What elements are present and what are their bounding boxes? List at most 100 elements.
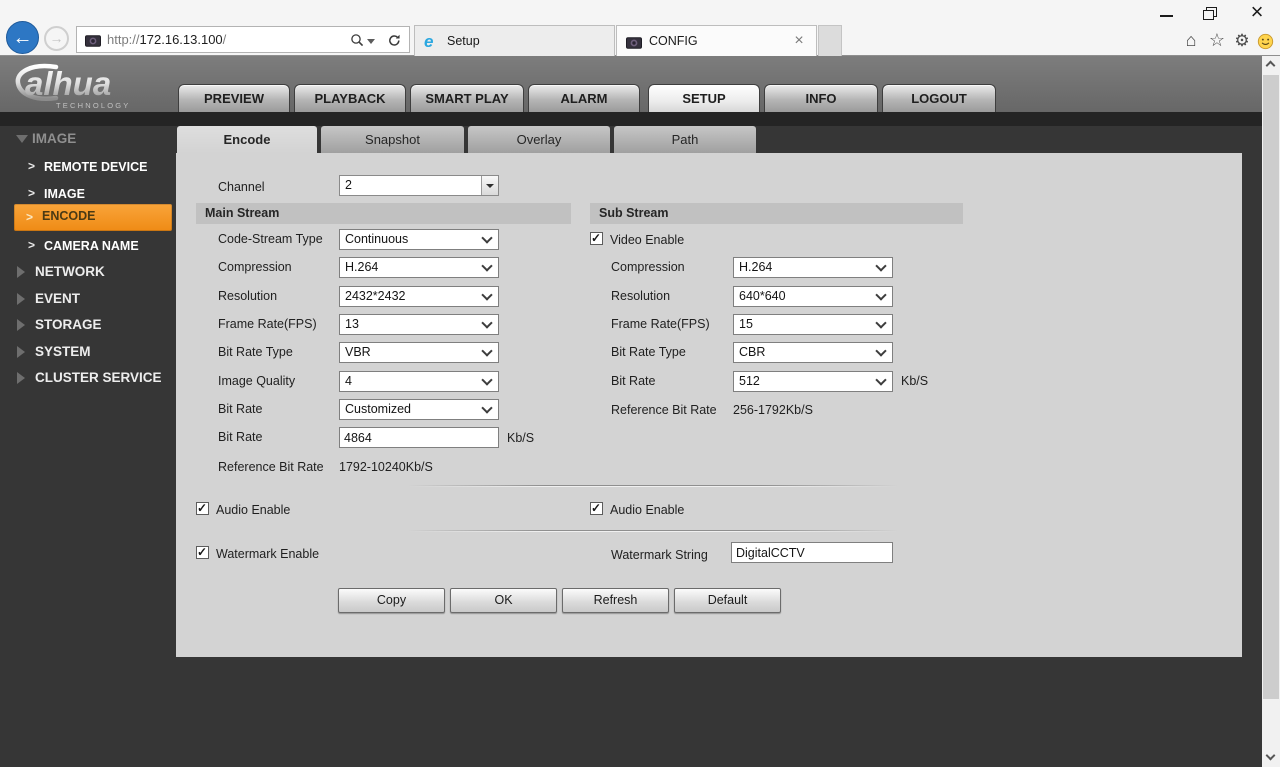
encode-settings-panel: Channel 2 Main Stream Sub Stream Code-St…	[176, 153, 1242, 657]
subtab-overlay[interactable]: Overlay	[468, 126, 610, 153]
sidebar-item-remote-device[interactable]: REMOTE DEVICE	[44, 158, 148, 176]
main-bit-rate-type-select[interactable]: VBR	[339, 342, 499, 363]
sidebar-group-image[interactable]: IMAGE	[32, 130, 76, 148]
chevron-right-icon	[28, 158, 35, 176]
favorites-star-icon[interactable]	[1206, 31, 1228, 51]
sidebar-item-camera-name[interactable]: CAMERA NAME	[44, 237, 139, 255]
section-divider	[408, 485, 898, 487]
scroll-down-icon[interactable]	[1262, 749, 1280, 766]
scroll-up-icon[interactable]	[1262, 56, 1280, 73]
address-bar[interactable]: http://172.16.13.100/	[76, 26, 410, 53]
sub-bit-rate-value: 512	[739, 374, 760, 388]
image-quality-value: 4	[345, 374, 352, 388]
sub-bit-rate-select[interactable]: 512	[733, 371, 893, 392]
sub-frame-rate-select[interactable]: 15	[733, 314, 893, 335]
refresh-button[interactable]: Refresh	[562, 588, 669, 613]
channel-select[interactable]: 2	[339, 175, 499, 196]
nav-alarm[interactable]: ALARM	[528, 84, 640, 112]
new-tab-button[interactable]	[818, 25, 842, 56]
restore-icon[interactable]	[1194, 2, 1228, 24]
sidebar-group-network[interactable]: NETWORK	[35, 263, 105, 281]
tab-setup[interactable]: e Setup	[414, 25, 615, 56]
ok-button[interactable]: OK	[450, 588, 557, 613]
search-icon[interactable]	[350, 33, 365, 53]
nav-logout[interactable]: LOGOUT	[882, 84, 996, 112]
minimize-icon[interactable]	[1150, 2, 1184, 24]
sub-bit-rate-label: Bit Rate	[611, 373, 655, 390]
url-scheme: http://	[107, 32, 140, 47]
logo-text: alhua	[25, 65, 111, 102]
home-icon[interactable]	[1180, 31, 1202, 51]
subtab-snapshot[interactable]: Snapshot	[321, 126, 464, 153]
settings-gear-icon[interactable]	[1231, 31, 1253, 51]
default-button[interactable]: Default	[674, 588, 781, 613]
sub-resolution-select[interactable]: 640*640	[733, 286, 893, 307]
main-resolution-select[interactable]: 2432*2432	[339, 286, 499, 307]
sidebar-group-storage[interactable]: STORAGE	[35, 316, 102, 334]
chevron-down-icon	[875, 345, 886, 356]
main-bit-rate-input[interactable]	[339, 427, 499, 448]
chevron-down-icon	[1266, 751, 1276, 761]
close-icon[interactable]	[1240, 2, 1274, 24]
tab-close-icon[interactable]	[790, 31, 808, 51]
copy-button[interactable]: Copy	[338, 588, 445, 613]
sidebar-group-cluster-service[interactable]: CLUSTER SERVICE	[35, 369, 162, 387]
triangle-right-icon[interactable]	[17, 319, 25, 331]
video-enable-checkbox[interactable]	[590, 232, 603, 245]
sub-bit-rate-type-value: CBR	[739, 345, 765, 359]
chevron-down-icon	[481, 260, 492, 271]
main-frame-rate-select[interactable]: 13	[339, 314, 499, 335]
triangle-right-icon[interactable]	[17, 293, 25, 305]
triangle-right-icon[interactable]	[17, 266, 25, 278]
sidebar-group-event[interactable]: EVENT	[35, 290, 80, 308]
nav-playback[interactable]: PLAYBACK	[294, 84, 406, 112]
watermark-enable-label: Watermark Enable	[216, 546, 319, 563]
chevron-up-icon	[1266, 61, 1276, 71]
main-stream-header: Main Stream	[196, 203, 571, 224]
tab-config[interactable]: CONFIG	[616, 25, 817, 56]
sub-resolution-value: 640*640	[739, 289, 786, 303]
code-stream-type-select[interactable]: Continuous	[339, 229, 499, 250]
sub-audio-enable-label: Audio Enable	[610, 502, 684, 519]
triangle-right-icon[interactable]	[17, 372, 25, 384]
triangle-down-icon[interactable]	[16, 135, 28, 143]
main-frame-rate-value: 13	[345, 317, 359, 331]
sidebar-item-image[interactable]: IMAGE	[44, 185, 85, 203]
url-text[interactable]: http://172.16.13.100/	[107, 32, 226, 47]
refresh-page-icon[interactable]	[387, 33, 402, 53]
watermark-enable-checkbox[interactable]	[196, 546, 209, 559]
nav-setup[interactable]: SETUP	[648, 84, 760, 112]
nav-preview[interactable]: PREVIEW	[178, 84, 290, 112]
sub-compression-select[interactable]: H.264	[733, 257, 893, 278]
watermark-string-input[interactable]	[731, 542, 893, 563]
subtab-path[interactable]: Path	[614, 126, 756, 153]
main-bit-rate-mode-label: Bit Rate	[218, 401, 262, 418]
back-button[interactable]	[6, 21, 39, 54]
sidebar-item-encode-selected[interactable]: ENCODE	[14, 204, 172, 231]
sidebar-group-system[interactable]: SYSTEM	[35, 343, 91, 361]
scrollbar-thumb[interactable]	[1263, 75, 1279, 699]
main-bit-rate-mode-select[interactable]: Customized	[339, 399, 499, 420]
main-audio-enable-checkbox[interactable]	[196, 502, 209, 515]
sub-audio-enable-checkbox[interactable]	[590, 502, 603, 515]
main-compression-select[interactable]: H.264	[339, 257, 499, 278]
dropdown-arrow-icon[interactable]	[481, 176, 498, 195]
sub-stream-header: Sub Stream	[590, 203, 963, 224]
main-bit-rate-type-value: VBR	[345, 345, 371, 359]
nav-info[interactable]: INFO	[764, 84, 878, 112]
main-bit-rate-label: Bit Rate	[218, 429, 262, 446]
subtab-encode[interactable]: Encode	[177, 126, 317, 153]
smiley-feedback-icon[interactable]	[1254, 33, 1276, 53]
forward-button[interactable]	[44, 26, 69, 51]
url-path: /	[223, 32, 227, 47]
triangle-right-icon[interactable]	[17, 346, 25, 358]
image-quality-select[interactable]: 4	[339, 371, 499, 392]
main-reference-bit-rate-value: 1792-10240Kb/S	[339, 459, 433, 476]
main-audio-enable-label: Audio Enable	[216, 502, 290, 519]
page-scrollbar[interactable]	[1262, 56, 1280, 767]
header-divider-strip	[0, 112, 1262, 126]
nav-smart-play[interactable]: SMART PLAY	[410, 84, 524, 112]
sub-compression-label: Compression	[611, 259, 685, 276]
sub-bit-rate-type-select[interactable]: CBR	[733, 342, 893, 363]
search-options-caret-icon[interactable]	[367, 39, 375, 44]
